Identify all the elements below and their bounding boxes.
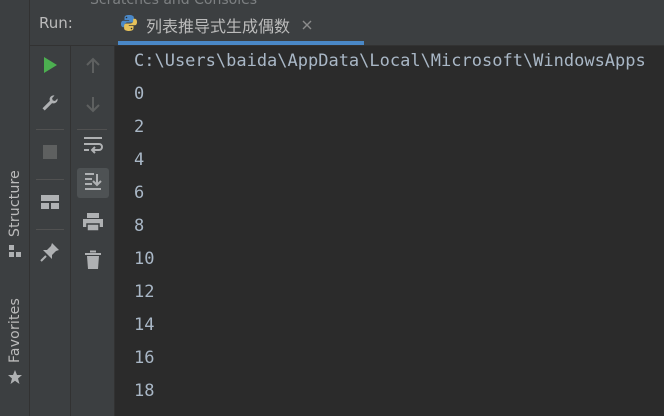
console-line: 10 — [134, 249, 155, 269]
run-tool-window-header: Scratches and Consoles Run: 列表推导式生成偶数 — [30, 0, 664, 46]
play-icon — [42, 56, 58, 78]
scroll-to-end-button[interactable] — [77, 168, 109, 198]
arrow-down-icon — [85, 95, 101, 117]
edit-configuration-button[interactable] — [34, 90, 66, 120]
console-line: 8 — [134, 216, 145, 236]
structure-tool-tab[interactable]: Structure — [0, 170, 29, 259]
scroll-to-end-icon — [83, 171, 103, 195]
console-line: 16 — [134, 348, 155, 368]
console-line: 0 — [134, 84, 145, 104]
structure-icon — [7, 243, 23, 259]
rerun-button[interactable] — [34, 52, 66, 82]
console-line: 2 — [134, 117, 145, 137]
pin-icon — [40, 242, 60, 266]
run-tab-title: 列表推导式生成偶数 — [146, 17, 291, 36]
console-line: 18 — [134, 381, 155, 401]
console-output[interactable]: C:\Users\baida\AppData\Local\Microsoft\W… — [115, 46, 664, 416]
run-actions-toolbar — [30, 46, 71, 416]
stop-icon — [42, 144, 58, 164]
toolbar-separator — [77, 129, 107, 130]
console-line: 14 — [134, 315, 155, 335]
trash-icon — [84, 250, 102, 274]
console-line: 6 — [134, 183, 145, 203]
stop-button[interactable] — [34, 139, 66, 169]
structure-tab-label: Structure — [6, 170, 23, 237]
favorites-tool-tab[interactable]: Favorites — [0, 298, 29, 385]
console-actions-toolbar — [71, 46, 115, 416]
console-line-command: C:\Users\baida\AppData\Local\Microsoft\W… — [134, 51, 646, 71]
console-line: 4 — [134, 150, 145, 170]
print-icon — [82, 212, 104, 236]
arrow-up-icon — [85, 57, 101, 79]
toolbar-separator — [36, 129, 64, 130]
close-icon[interactable] — [300, 18, 314, 32]
python-icon — [120, 14, 138, 36]
toolbar-separator — [36, 179, 64, 180]
star-icon — [7, 369, 23, 385]
next-occurrence-button[interactable] — [77, 91, 109, 121]
previous-occurrence-button[interactable] — [77, 53, 109, 83]
soft-wrap-button[interactable] — [77, 132, 109, 162]
soft-wrap-icon — [82, 135, 104, 159]
favorites-tab-label: Favorites — [6, 298, 23, 364]
side-tool-stripe: Structure Favorites — [0, 0, 30, 416]
active-tab-underline — [118, 41, 364, 45]
pin-tab-button[interactable] — [34, 239, 66, 269]
layout-icon — [40, 194, 60, 214]
run-config-tab[interactable]: 列表推导式生成偶数 — [120, 6, 363, 44]
restore-layout-button[interactable] — [34, 189, 66, 219]
print-button[interactable] — [77, 209, 109, 239]
console-line: 12 — [134, 282, 155, 302]
clear-all-button[interactable] — [77, 247, 109, 277]
wrench-icon — [40, 93, 60, 117]
toolbar-separator — [36, 229, 64, 230]
run-label: Run: — [39, 14, 73, 32]
